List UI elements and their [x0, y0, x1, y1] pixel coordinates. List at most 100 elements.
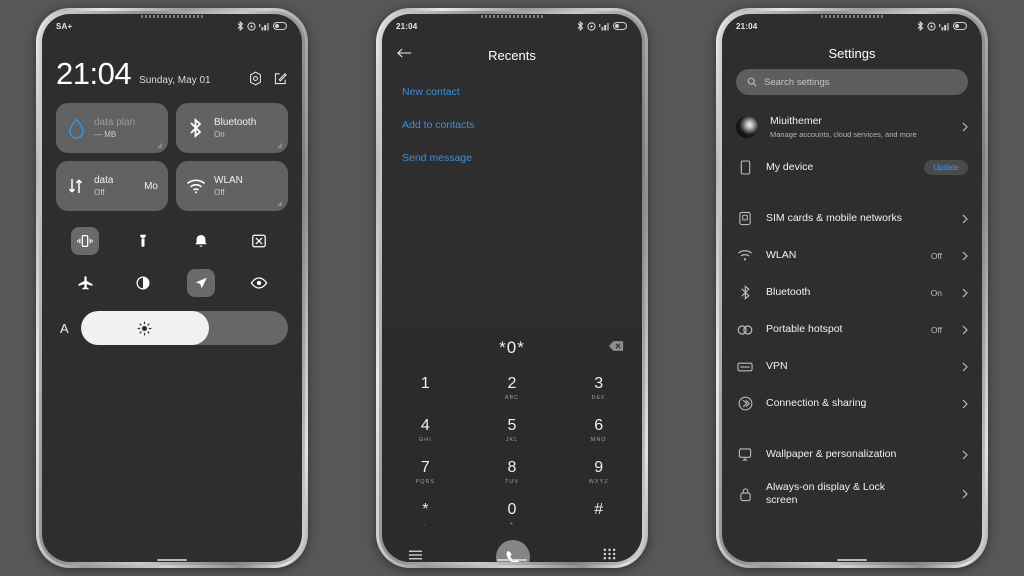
dialer-body: Recents New contact Add to contacts Send… [382, 38, 642, 562]
settings-row-my-device[interactable]: My device Update [722, 149, 982, 186]
key-letters: WXYZ [588, 479, 609, 485]
key-letters: , [424, 521, 427, 527]
action-send-message[interactable]: Send message [402, 152, 622, 164]
signal-icon [939, 22, 949, 30]
backspace-icon[interactable] [608, 339, 624, 357]
key-0[interactable]: 0 + [469, 494, 556, 536]
key-digit: 7 [420, 459, 430, 476]
search-input[interactable]: Search settings [736, 69, 968, 95]
tile-bluetooth[interactable]: Bluetooth On [176, 103, 288, 153]
tile-expand-corner[interactable] [277, 201, 282, 206]
phone-icon [736, 159, 754, 177]
settings-row-label: My device [766, 160, 814, 173]
clock-time: 21:04 [56, 56, 132, 91]
key-2[interactable]: 2 ABC [469, 368, 556, 410]
clock-date: Sunday, May 01 [139, 75, 211, 86]
screenshot-icon[interactable] [245, 227, 273, 255]
sharing-icon [736, 395, 754, 413]
settings-row-sim-cards[interactable]: SIM cards & mobile networks [722, 200, 982, 237]
status-bar-icons [917, 21, 968, 31]
hotspot-icon [736, 321, 754, 339]
settings-row-always-on-display[interactable]: Always-on display & Lock screen [722, 473, 982, 515]
key-letters: ABC [504, 395, 520, 401]
tile-extra: Mo [144, 180, 158, 192]
tile-sub: Off [214, 188, 225, 197]
battery-icon [613, 22, 627, 30]
bluetooth-icon [237, 21, 244, 31]
settings-body: Settings Search settings Miuithemer Mana… [722, 38, 982, 562]
tile-mobile-data[interactable]: data Off Mo [56, 161, 168, 211]
bell-icon[interactable] [187, 227, 215, 255]
edit-icon[interactable] [273, 71, 288, 86]
dialer-keypad: 1 2 ABC 3 DEF 4 GHI 5 JKL 6 MNO 7 PQRS 8 TUV 9 W… [382, 368, 642, 536]
settings-row-bluetooth[interactable]: Bluetooth On [722, 274, 982, 311]
airplane-icon[interactable] [71, 269, 99, 297]
key-9[interactable]: 9 WXYZ [555, 452, 642, 494]
brightness-slider[interactable] [80, 311, 288, 345]
account-subtitle: Manage accounts, cloud services, and mor… [770, 130, 917, 140]
tile-wlan[interactable]: WLAN Off [176, 161, 288, 211]
key-3[interactable]: 3 DEF [555, 368, 642, 410]
dialer-actions: New contact Add to contacts Send message [382, 72, 642, 185]
tile-sub: — MB [94, 130, 117, 139]
chevron-right-icon [962, 362, 968, 371]
screen-dialer: 21:04 Recents New contact Add to contact… [382, 14, 642, 562]
settings-row-label: WLAN [766, 248, 797, 261]
status-bar-time: 21:04 [396, 21, 418, 31]
action-new-contact[interactable]: New contact [402, 86, 622, 98]
wifi-icon [736, 247, 754, 265]
brightness-auto-label[interactable]: A [60, 321, 69, 336]
tile-expand-corner[interactable] [157, 143, 162, 148]
phone-dialer: 21:04 Recents New contact Add to contact… [376, 8, 648, 568]
bluetooth-icon [917, 21, 924, 31]
vibrate-icon[interactable] [71, 227, 99, 255]
key-digit: 2 [507, 375, 517, 392]
key-digit: 8 [507, 459, 517, 476]
screen-control-center: SA+ 21:04 Sunday, May 01 data plan — MB … [42, 14, 302, 562]
signal-icon [599, 22, 609, 30]
chevron-right-icon [962, 450, 968, 459]
settings-row-account[interactable]: Miuithemer Manage accounts, cloud servic… [722, 105, 982, 149]
back-arrow-icon[interactable] [396, 46, 412, 64]
key-letters: + [509, 521, 515, 527]
keypad-icon[interactable] [603, 548, 616, 562]
key-digit: 5 [507, 417, 517, 434]
location-icon[interactable] [187, 269, 215, 297]
dark-mode-icon[interactable] [129, 269, 157, 297]
key-letters: TUV [504, 479, 519, 485]
settings-row-wlan[interactable]: WLAN Off [722, 237, 982, 274]
home-indicator [157, 559, 187, 561]
key-digit: 6 [594, 417, 604, 434]
status-bar-carrier: SA+ [56, 21, 73, 31]
key-hash[interactable]: # [555, 494, 642, 536]
key-5[interactable]: 5 JKL [469, 410, 556, 452]
lock-icon [736, 485, 754, 503]
menu-icon[interactable] [408, 548, 423, 562]
wifi-icon [186, 179, 206, 194]
tile-data-plan[interactable]: data plan — MB [56, 103, 168, 153]
earpiece-speaker [821, 15, 883, 18]
settings-row-wallpaper[interactable]: Wallpaper & personalization [722, 436, 982, 473]
settings-row-label: Always-on display & Lock screen [766, 480, 886, 506]
settings-gear-icon[interactable] [248, 71, 263, 86]
alarm-icon [247, 21, 256, 31]
settings-row-portable-hotspot[interactable]: Portable hotspot Off [722, 311, 982, 348]
settings-row-connection-sharing[interactable]: Connection & sharing [722, 385, 982, 422]
key-8[interactable]: 8 TUV [469, 452, 556, 494]
flashlight-icon[interactable] [129, 227, 157, 255]
key-7[interactable]: 7 PQRS [382, 452, 469, 494]
chevron-right-icon [962, 325, 968, 334]
settings-row-vpn[interactable]: VPN [722, 348, 982, 385]
key-4[interactable]: 4 GHI [382, 410, 469, 452]
key-1[interactable]: 1 [382, 368, 469, 410]
key-digit: 1 [420, 375, 430, 392]
update-badge[interactable]: Update [924, 160, 968, 175]
tile-expand-corner[interactable] [277, 143, 282, 148]
tile-label: Bluetooth [214, 117, 257, 128]
toggle-row-1 [56, 227, 288, 255]
key-star[interactable]: *, [382, 494, 469, 536]
reading-mode-icon[interactable] [245, 269, 273, 297]
action-add-to-contacts[interactable]: Add to contacts [402, 119, 622, 131]
key-6[interactable]: 6 MNO [555, 410, 642, 452]
settings-row-value: Off [930, 250, 942, 261]
